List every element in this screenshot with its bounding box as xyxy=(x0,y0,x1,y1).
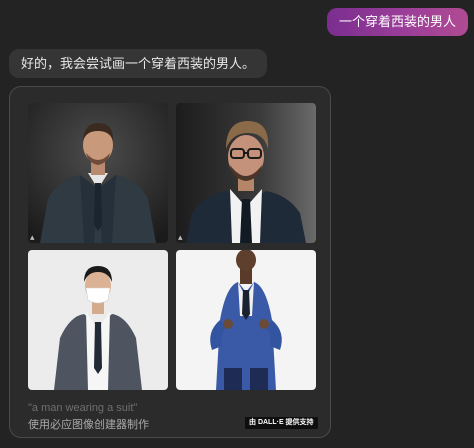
image-1-illustration xyxy=(28,103,168,243)
image-2-illustration xyxy=(176,103,316,243)
chat-window: 一个穿着西装的男人 好的，我会尝试画一个穿着西装的男人。 ▴ ▴ "a man … xyxy=(0,0,474,448)
generated-image-2[interactable]: ▴ xyxy=(176,103,316,243)
generated-image-3[interactable] xyxy=(28,250,168,390)
image-corner-mark: ▴ xyxy=(30,232,35,242)
image-creator-caption[interactable]: 使用必应图像创建器制作 xyxy=(28,416,149,432)
user-message-bubble: 一个穿着西装的男人 xyxy=(326,8,468,36)
image-4-illustration xyxy=(176,250,316,390)
dalle-badge: 由 DALL·E 提供支持 xyxy=(245,417,318,429)
generated-image-1[interactable]: ▴ xyxy=(28,103,168,243)
bot-message-bubble: 好的，我会尝试画一个穿着西装的男人。 xyxy=(9,49,268,78)
image-result-card: ▴ ▴ "a man wearing a suit" 使用必应图像创建器制作 由… xyxy=(9,86,331,438)
image-corner-mark: ▴ xyxy=(178,232,183,242)
image-3-illustration xyxy=(28,250,168,390)
image-prompt-text: "a man wearing a suit" xyxy=(28,402,138,414)
generated-image-4[interactable] xyxy=(176,250,316,390)
